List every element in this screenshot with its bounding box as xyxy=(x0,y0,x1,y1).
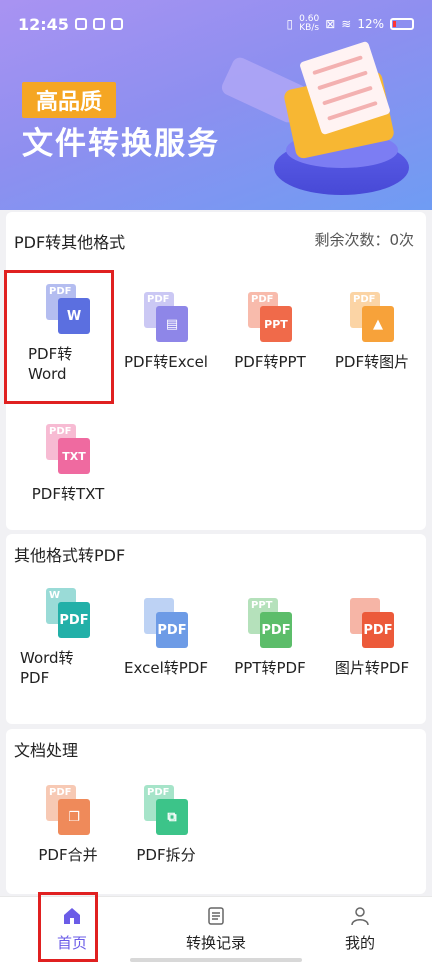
pdf-to-ppt-button[interactable]: PDF PPT PDF转PPT xyxy=(220,292,320,372)
status-time: 12:45 xyxy=(18,14,69,34)
battery-icon xyxy=(390,18,414,30)
section-title: PDF转其他格式 xyxy=(14,233,126,252)
tool-label: Excel转PDF xyxy=(124,659,208,677)
document-list-icon xyxy=(208,906,224,925)
word-to-pdf-button[interactable]: W PDF Word转PDF xyxy=(18,588,110,688)
nav-selection-highlight xyxy=(38,892,98,962)
excel-to-pdf-button[interactable]: PDF Excel转PDF xyxy=(116,598,216,678)
selection-highlight xyxy=(4,270,114,404)
tool-label: PDF拆分 xyxy=(136,846,196,864)
pdf-split-button[interactable]: PDF ⧉ PDF拆分 xyxy=(116,785,216,865)
split-icon: ⧉ xyxy=(156,799,188,835)
quality-tag: 高品质 xyxy=(22,82,117,118)
tool-label: PPT转PDF xyxy=(234,659,306,677)
excel-file-icon: ▤ xyxy=(156,306,188,342)
remaining-count: 剩余次数：0次 xyxy=(314,231,414,249)
pdf-to-excel-button[interactable]: PDF ▤ PDF转Excel xyxy=(116,292,216,372)
vibrate-icon: ▯ xyxy=(286,17,294,31)
nav-history[interactable]: 转换记录 xyxy=(166,897,266,961)
banner: 12:45 ▯ 0.60 KB/s ⊠ ≋ 12% 高品质 文件转换服务 xyxy=(0,0,432,210)
tool-label: PDF转PPT xyxy=(234,353,306,371)
gesture-bar xyxy=(130,958,302,962)
section-title: 其他格式转PDF xyxy=(14,546,126,565)
section-title: 文档处理 xyxy=(14,741,79,760)
pdf-to-image-button[interactable]: PDF ▲ PDF转图片 xyxy=(322,292,422,372)
pdf-file-icon: PDF xyxy=(260,612,292,648)
merge-icon: ❐ xyxy=(58,799,90,835)
tool-label: PDF合并 xyxy=(38,846,98,864)
app-notification-icon xyxy=(92,18,105,30)
wifi-icon: ≋ xyxy=(341,17,352,31)
nav-mine[interactable]: 我的 xyxy=(310,897,410,961)
battery-percent: 12% xyxy=(357,17,384,31)
tiktok-icon xyxy=(110,18,123,30)
nav-history-label: 转换记录 xyxy=(185,933,246,952)
pdf-file-icon: PDF xyxy=(58,602,90,638)
nav-mine-label: 我的 xyxy=(344,933,375,952)
tool-label: PDF转Excel xyxy=(124,353,208,371)
pdf-to-txt-button[interactable]: PDF TXT PDF转TXT xyxy=(18,424,118,504)
user-icon xyxy=(351,906,369,925)
tool-label: PDF转图片 xyxy=(334,353,410,371)
tool-label: 图片转PDF xyxy=(334,659,410,677)
tool-label: PDF转TXT xyxy=(31,485,105,503)
tool-label: Word转PDF xyxy=(20,649,74,687)
ppt-to-pdf-button[interactable]: PPT PDF PPT转PDF xyxy=(220,598,320,678)
no-sim-icon: ⊠ xyxy=(325,17,336,31)
image-file-icon: ▲ xyxy=(362,306,394,342)
banner-headline: 文件转换服务 xyxy=(22,126,220,162)
file-conversion-illustration-icon xyxy=(219,40,414,200)
doc-process-card: 文档处理 PDF ❐ PDF合并 PDF ⧉ PDF拆分 xyxy=(6,729,426,894)
txt-file-icon: TXT xyxy=(58,438,90,474)
pdf-file-icon: PDF xyxy=(156,612,188,648)
net-speed: 0.60 KB/s xyxy=(299,14,320,33)
image-to-pdf-button[interactable]: PDF 图片转PDF xyxy=(322,598,422,678)
pdf-file-icon: PDF xyxy=(362,612,394,648)
ppt-file-icon: PPT xyxy=(260,306,292,342)
pdf-merge-button[interactable]: PDF ❐ PDF合并 xyxy=(18,785,118,865)
notification-icon xyxy=(74,18,87,30)
other-to-pdf-card: 其他格式转PDF W PDF Word转PDF PDF Excel转PDF PP… xyxy=(6,534,426,724)
